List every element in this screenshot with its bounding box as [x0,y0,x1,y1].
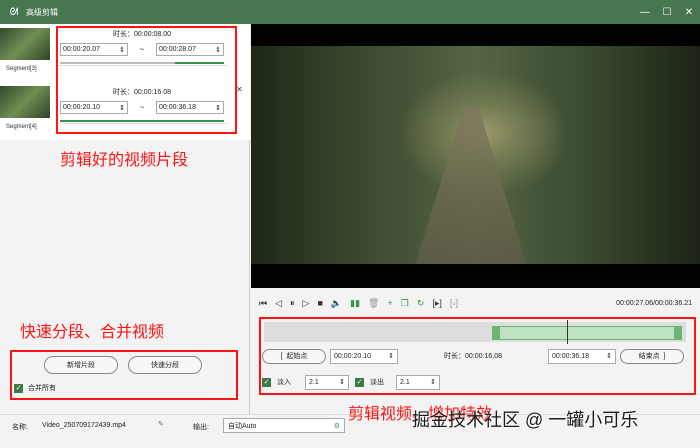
segment-item[interactable]: Segment[4] [0,86,54,142]
title-bar: ᘛ 高级剪辑 — ☐ ✕ [0,0,700,24]
minimize-icon[interactable]: — [634,7,656,18]
file-name: Video_250709172439.mp4 [42,422,126,429]
maximize-icon[interactable]: ☐ [656,7,678,18]
delete-icon[interactable]: 🗑 [368,298,379,309]
skip-start-icon[interactable]: ⏮ [259,298,267,309]
annotation-box [259,317,696,395]
output-select[interactable]: 自动Auto ⚙ [223,418,345,433]
watermark: 掘金技术社区 @ 一罐小可乐 [412,410,639,430]
video-preview[interactable] [251,24,700,288]
add-icon[interactable]: + [387,298,392,308]
mark-out-icon[interactable]: [▫] [450,298,458,308]
video-frame [251,46,700,264]
volume-icon[interactable]: 🔈 [331,298,342,309]
annotation-box [56,26,237,134]
edit-icon[interactable]: ✎ [158,420,164,428]
mark-in-icon[interactable]: [▸] [432,298,442,309]
time-readout: 00:00:27.06/00:00:36.21 [616,299,692,307]
segment-thumbnail [0,28,50,60]
remove-segment-icon[interactable]: ✕ [236,85,243,94]
app-logo-icon: ᘛ [9,6,19,18]
step-forward-icon[interactable]: ▷ [303,298,310,309]
window-title: 高级剪辑 [26,7,58,17]
segment-item[interactable]: Segment[3] [0,28,54,84]
step-back-icon[interactable]: ◁ [275,298,282,309]
name-label: 名称: [12,424,28,431]
split-icon[interactable]: ▮▮ [350,298,360,309]
stop-icon[interactable]: ■ [317,298,322,308]
annotation-text: 快速分段、合并视频 [20,324,165,341]
annotation-text: 剪辑好的视频片段 [60,152,189,169]
segment-thumbnail [0,86,50,118]
segment-label: Segment[4] [6,124,37,130]
segment-label: Segment[3] [6,66,37,72]
player-controls: ⏮ ◁ ⏸ ▷ ■ 🔈 ▮▮ 🗑 + ❐ ↻ [▸] [▫] 00:00:27.… [251,292,700,314]
copy-icon[interactable]: ❐ [401,298,409,309]
gear-icon[interactable]: ⚙ [334,422,340,430]
pause-icon[interactable]: ⏸ [290,298,295,309]
close-icon[interactable]: ✕ [678,7,700,18]
rotate-icon[interactable]: ↻ [417,298,425,309]
annotation-box [10,350,238,400]
output-label: 输出: [193,424,209,431]
